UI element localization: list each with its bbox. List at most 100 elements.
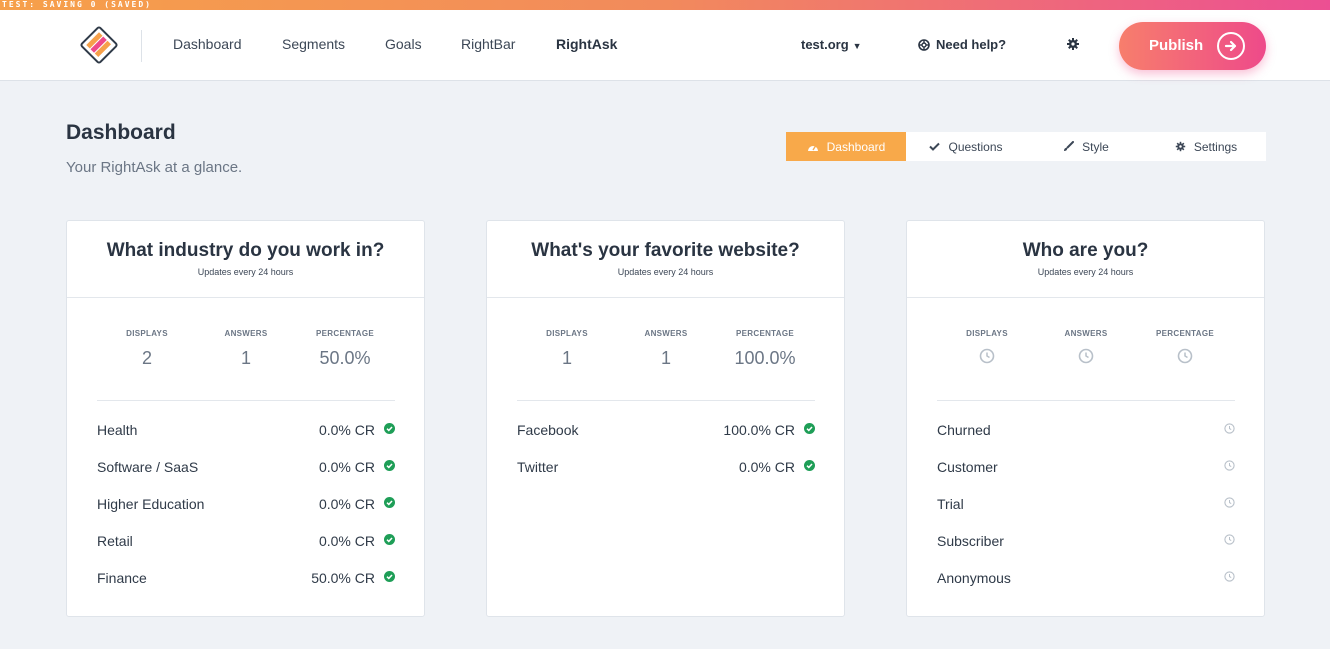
- stat-label: PERCENTAGE: [1156, 329, 1214, 338]
- gear-icon[interactable]: [1066, 37, 1080, 51]
- answer-row: Software / SaaS 0.0% CR: [97, 456, 395, 493]
- org-selector[interactable]: test.org ▼: [801, 37, 862, 52]
- card-subtitle: Updates every 24 hours: [617, 267, 714, 277]
- save-status-text: TEST: SAVING 0 (SAVED): [2, 0, 152, 9]
- publish-button[interactable]: Publish: [1119, 22, 1266, 70]
- clock-icon: [1078, 348, 1094, 364]
- clock-icon: [1224, 423, 1235, 434]
- answer-value: 0.0% CR: [738, 459, 795, 475]
- nav-item-rightask[interactable]: RightAsk: [556, 36, 617, 52]
- stat-value: 50.0%: [319, 348, 371, 368]
- answer-row: Anonymous: [937, 567, 1235, 604]
- help-link[interactable]: Need help?: [918, 37, 1006, 52]
- stat-value-pending: [937, 348, 1037, 368]
- clock-icon: [1224, 497, 1235, 508]
- arrow-right-icon: [1217, 32, 1245, 60]
- tab-label: Dashboard: [826, 139, 886, 154]
- answer-value: 0.0% CR: [318, 459, 375, 475]
- stat-percentage: PERCENTAGE: [1135, 329, 1235, 368]
- stats-row: DISPLAYS ANSWERS PERCENTAGE: [937, 329, 1235, 401]
- card-title: Who are you?: [1022, 240, 1149, 261]
- answer-value: 0.0% CR: [318, 533, 375, 549]
- tab-settings[interactable]: Settings: [1146, 132, 1266, 161]
- tab-label: Questions: [948, 139, 1003, 154]
- nav-item-rightbar[interactable]: RightBar: [461, 36, 515, 52]
- clock-icon: [1224, 571, 1235, 582]
- tab-style[interactable]: Style: [1026, 132, 1146, 161]
- stat-label: ANSWERS: [1064, 329, 1108, 338]
- answer-label: Trial: [937, 496, 964, 512]
- stat-displays: DISPLAYS 1: [517, 329, 617, 368]
- stat-value: 1: [660, 348, 671, 368]
- tab-dashboard[interactable]: Dashboard: [786, 132, 906, 161]
- answer-row: Finance 50.0% CR: [97, 567, 395, 604]
- card-subtitle: Updates every 24 hours: [1037, 267, 1134, 277]
- clock-icon: [1177, 348, 1193, 364]
- answer-label: Software / SaaS: [97, 459, 199, 475]
- stats-row: DISPLAYS 1 ANSWERS 1 PERCENTAGE 100.0%: [517, 329, 815, 401]
- page-title: Dashboard: [66, 121, 176, 144]
- app-logo-icon[interactable]: [80, 26, 118, 64]
- clock-icon: [1224, 534, 1235, 545]
- stat-label: PERCENTAGE: [316, 329, 374, 338]
- stat-value: 1: [240, 348, 251, 368]
- lifebuoy-icon: [918, 39, 930, 51]
- answer-row: Customer: [937, 456, 1235, 493]
- check-circle-icon: [804, 460, 815, 471]
- check-circle-icon: [804, 423, 815, 434]
- tab-label: Style: [1082, 139, 1109, 154]
- answer-label: Finance: [97, 570, 147, 586]
- question-card-who-are-you: Who are you? Updates every 24 hours DISP…: [906, 220, 1265, 617]
- org-name: test.org: [801, 37, 849, 52]
- card-header: Who are you? Updates every 24 hours: [907, 221, 1264, 298]
- stat-label: PERCENTAGE: [736, 329, 794, 338]
- nav-item-dashboard[interactable]: Dashboard: [173, 36, 242, 52]
- answer-row: Higher Education 0.0% CR: [97, 493, 395, 530]
- stat-value: 1: [561, 348, 572, 368]
- answer-label: Subscriber: [937, 533, 1004, 549]
- answer-list: Health 0.0% CR Software / SaaS 0.0% CR H…: [97, 419, 395, 604]
- check-icon: [929, 142, 941, 151]
- answer-label: Health: [97, 422, 138, 438]
- answer-value: 100.0% CR: [723, 422, 795, 438]
- stat-value: 2: [141, 348, 152, 368]
- stat-value-pending: [1036, 348, 1136, 368]
- clock-icon: [1224, 460, 1235, 471]
- top-navigation-bar: Dashboard Segments Goals RightBar RightA…: [0, 10, 1330, 81]
- stat-label: ANSWERS: [224, 329, 268, 338]
- stat-value: 100.0%: [734, 348, 796, 368]
- brush-icon: [1063, 141, 1075, 152]
- stats-row: DISPLAYS 2 ANSWERS 1 PERCENTAGE 50.0%: [97, 329, 395, 401]
- status-strip: TEST: SAVING 0 (SAVED): [0, 0, 1330, 10]
- answer-value: 0.0% CR: [318, 422, 375, 438]
- stat-percentage: PERCENTAGE 50.0%: [295, 329, 395, 368]
- answer-row: Health 0.0% CR: [97, 419, 395, 456]
- answer-label: Twitter: [517, 459, 559, 475]
- nav-item-goals[interactable]: Goals: [385, 36, 422, 52]
- card-header: What's your favorite website? Updates ev…: [487, 221, 844, 298]
- answer-label: Higher Education: [97, 496, 205, 512]
- question-card-website: What's your favorite website? Updates ev…: [486, 220, 845, 617]
- check-circle-icon: [384, 571, 395, 582]
- tab-questions[interactable]: Questions: [906, 132, 1026, 161]
- stat-displays: DISPLAYS 2: [97, 329, 197, 368]
- answer-list: Churned Customer Trial Subscriber Anonym…: [937, 419, 1235, 604]
- chevron-down-icon: ▼: [852, 40, 862, 51]
- answer-row: Retail 0.0% CR: [97, 530, 395, 567]
- tab-label: Settings: [1193, 139, 1238, 154]
- stat-label: DISPLAYS: [126, 329, 168, 338]
- answer-row: Subscriber: [937, 530, 1235, 567]
- help-label: Need help?: [936, 37, 1007, 52]
- nav-item-segments[interactable]: Segments: [282, 36, 345, 52]
- section-tabs: Dashboard Questions Style Settings: [786, 132, 1266, 161]
- stat-percentage: PERCENTAGE 100.0%: [715, 329, 815, 368]
- check-circle-icon: [384, 534, 395, 545]
- answer-label: Retail: [97, 533, 133, 549]
- stat-answers: ANSWERS 1: [616, 329, 716, 368]
- answer-label: Anonymous: [937, 570, 1011, 586]
- check-circle-icon: [384, 423, 395, 434]
- card-subtitle: Updates every 24 hours: [197, 267, 294, 277]
- publish-label: Publish: [1149, 37, 1204, 54]
- answer-label: Customer: [937, 459, 998, 475]
- stat-label: DISPLAYS: [966, 329, 1008, 338]
